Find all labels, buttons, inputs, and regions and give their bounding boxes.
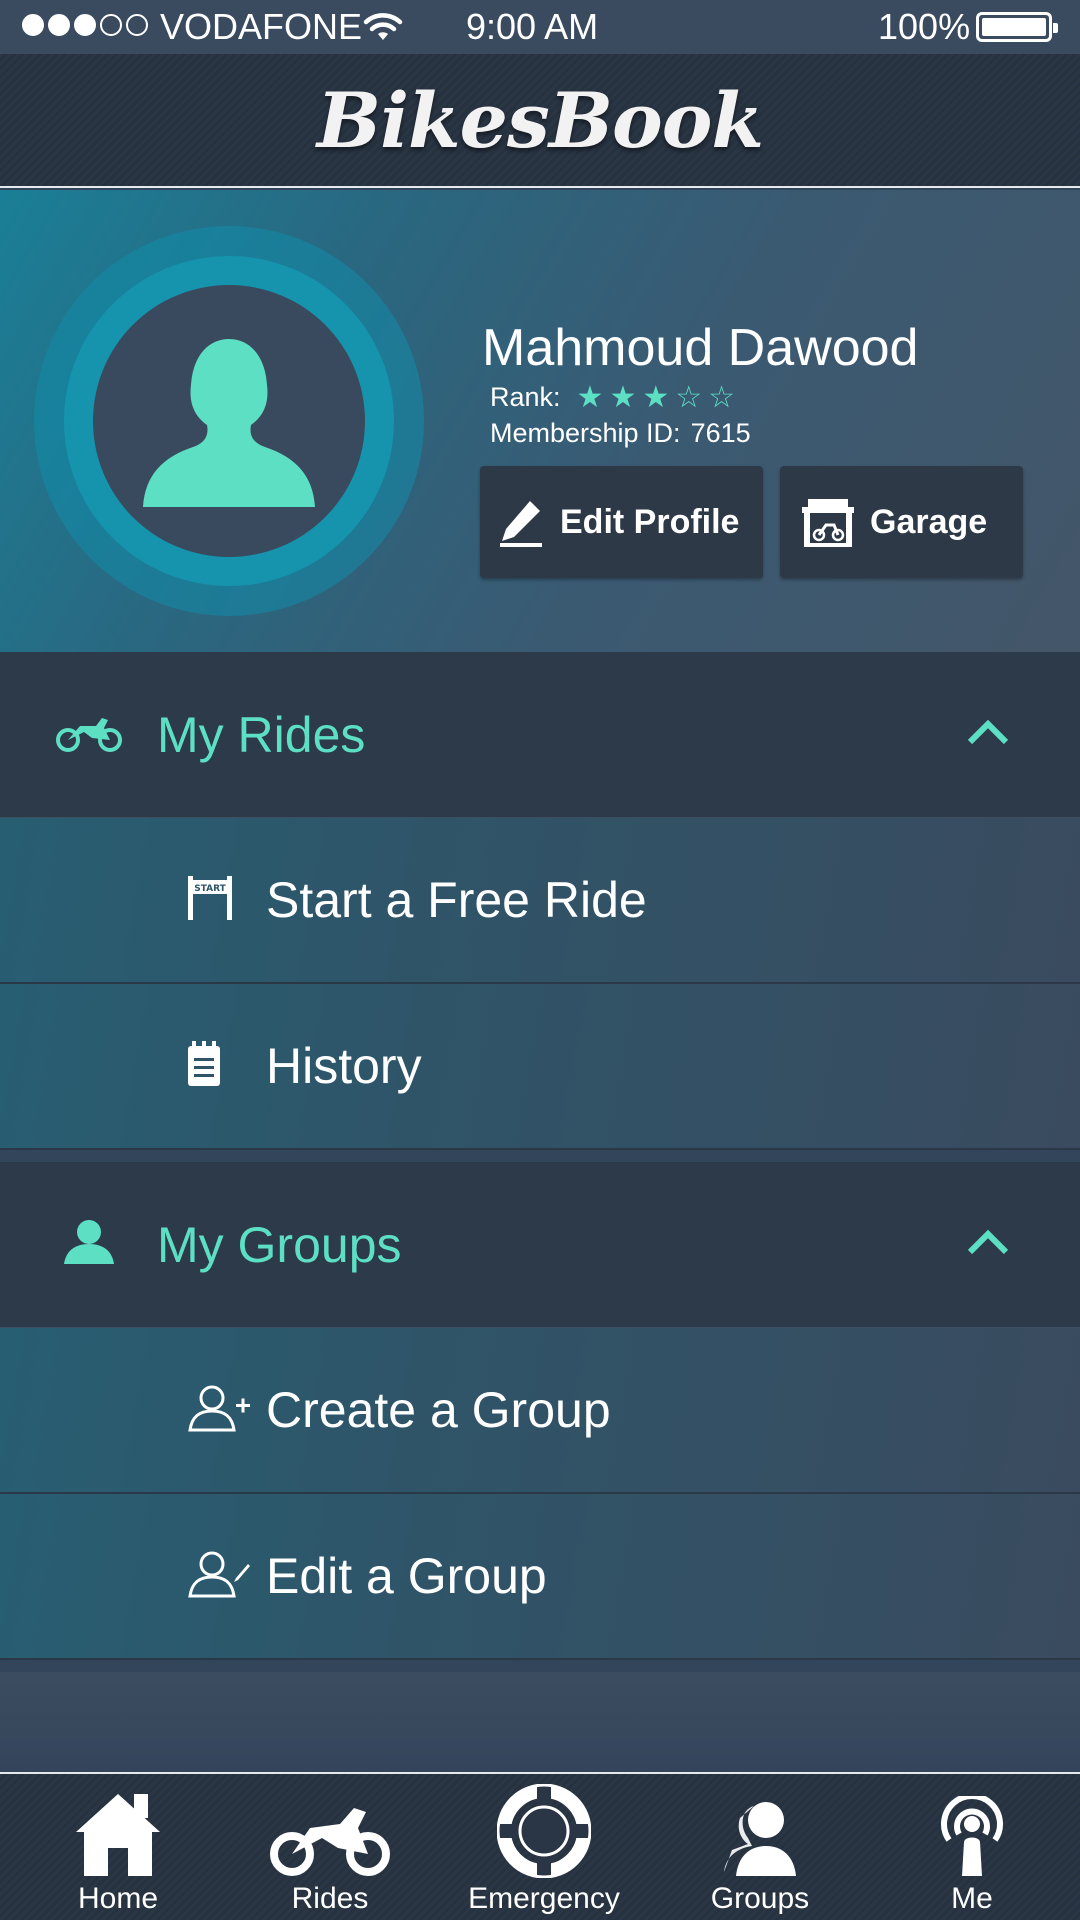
chevron-up-icon[interactable]	[966, 718, 1010, 751]
tab-label: Home	[77, 1882, 159, 1915]
menu-item-start-free-ride[interactable]: START Start a Free Ride	[0, 818, 1080, 984]
chevron-up-icon[interactable]	[966, 1228, 1010, 1261]
lifebuoy-icon	[497, 1784, 591, 1878]
section-title: My Groups	[157, 1216, 402, 1273]
menu-item-edit-group[interactable]: Edit a Group	[0, 1494, 1080, 1660]
signal-dot	[74, 14, 96, 36]
svg-text:START: START	[194, 884, 226, 894]
rank-label: Rank:	[490, 382, 561, 412]
star-empty-icon: ☆	[675, 380, 703, 414]
edit-user-icon	[186, 1550, 252, 1603]
signal-dot	[100, 14, 122, 36]
motorbike-icon	[56, 712, 122, 757]
signal-strength-icon	[22, 14, 148, 36]
star-empty-icon: ☆	[708, 380, 736, 414]
bottom-tab-bar: Home Rides Emergency Groups Me	[0, 1772, 1080, 1920]
tab-emergency[interactable]: Emergency	[436, 1774, 652, 1920]
tab-label: Emergency	[468, 1882, 620, 1915]
signal-dot	[48, 14, 70, 36]
group-icon	[718, 1788, 802, 1878]
section-my-rides[interactable]: My Rides	[0, 652, 1080, 818]
start-banner-icon: START	[186, 874, 234, 927]
app-title: BikesBook	[316, 75, 764, 165]
menu-item-label: Start a Free Ride	[266, 872, 647, 928]
membership-row: Membership ID: 7615	[490, 418, 751, 449]
edit-profile-button[interactable]: Edit Profile	[480, 466, 763, 578]
tab-label: Me	[951, 1882, 993, 1915]
menu-item-label: Edit a Group	[266, 1548, 547, 1604]
user-name: Mahmoud Dawood	[482, 319, 919, 377]
clock: 9:00 AM	[466, 6, 599, 47]
user-silhouette-icon	[143, 339, 315, 507]
notepad-icon	[186, 1040, 222, 1093]
tab-rides[interactable]: Rides	[222, 1774, 438, 1920]
section-title: My Rides	[157, 706, 366, 763]
profile-card: Mahmoud Dawood Rank: ★ ★ ★ ☆ ☆ Membershi…	[0, 190, 1080, 652]
pencil-icon	[500, 501, 542, 547]
star-filled-icon: ★	[642, 380, 670, 414]
app-header: BikesBook	[0, 54, 1080, 188]
star-filled-icon: ★	[576, 380, 604, 414]
tab-home[interactable]: Home	[10, 1774, 226, 1920]
membership-label: Membership ID:	[490, 418, 681, 448]
content-spacer	[0, 1672, 1080, 1772]
membership-id: 7615	[690, 418, 751, 448]
menu-item-history[interactable]: History	[0, 984, 1080, 1150]
garage-button[interactable]: Garage	[780, 466, 1023, 578]
edit-profile-label: Edit Profile	[560, 502, 740, 541]
signal-dot	[22, 14, 44, 36]
battery-icon	[976, 12, 1058, 42]
wifi-icon	[362, 10, 404, 53]
menu-item-label: History	[266, 1038, 422, 1094]
tab-label: Groups	[710, 1882, 810, 1915]
carrier-name: VODAFONE	[160, 6, 363, 47]
signal-dot	[126, 14, 148, 36]
menu-item-create-group[interactable]: Create a Group	[0, 1328, 1080, 1494]
tab-groups[interactable]: Groups	[652, 1774, 868, 1920]
home-icon	[76, 1788, 160, 1878]
status-bar: VODAFONE 9:00 AM 100%	[0, 0, 1080, 54]
rank-row: Rank: ★ ★ ★ ☆ ☆	[490, 382, 735, 413]
rank-stars: ★ ★ ★ ☆ ☆	[576, 380, 736, 414]
avatar[interactable]	[93, 285, 365, 557]
section-my-groups[interactable]: My Groups	[0, 1162, 1080, 1328]
add-user-icon	[186, 1384, 252, 1437]
tab-me[interactable]: Me	[864, 1774, 1080, 1920]
menu-item-label: Create a Group	[266, 1382, 611, 1438]
motorbike-icon	[270, 1788, 390, 1878]
battery-percentage: 100%	[878, 6, 971, 47]
tab-label: Rides	[291, 1882, 369, 1915]
broadcast-user-icon	[937, 1788, 1007, 1878]
star-filled-icon: ★	[609, 380, 637, 414]
garage-icon	[802, 499, 854, 547]
garage-label: Garage	[870, 502, 988, 541]
user-icon	[62, 1218, 116, 1271]
